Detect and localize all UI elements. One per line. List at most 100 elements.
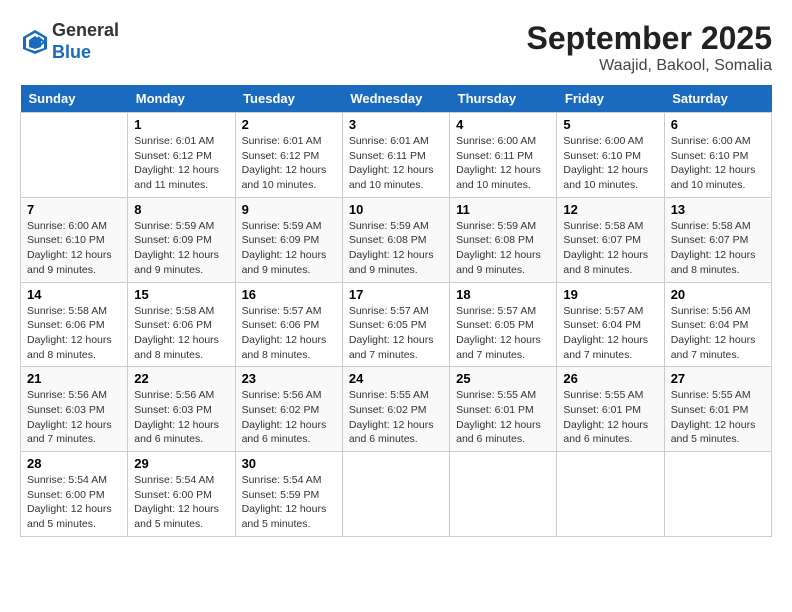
day-info: Sunrise: 5:55 AMSunset: 6:01 PMDaylight:… xyxy=(563,388,657,447)
day-number: 24 xyxy=(349,371,443,386)
day-info: Sunrise: 5:56 AMSunset: 6:02 PMDaylight:… xyxy=(242,388,336,447)
calendar-cell: 19 Sunrise: 5:57 AMSunset: 6:04 PMDayligh… xyxy=(557,282,664,367)
calendar-cell: 22 Sunrise: 5:56 AMSunset: 6:03 PMDayligh… xyxy=(128,367,235,452)
calendar-table: SundayMondayTuesdayWednesdayThursdayFrid… xyxy=(20,85,772,537)
day-info: Sunrise: 5:59 AMSunset: 6:08 PMDaylight:… xyxy=(349,219,443,278)
calendar-cell: 11 Sunrise: 5:59 AMSunset: 6:08 PMDayligh… xyxy=(450,197,557,282)
calendar-week-2: 7 Sunrise: 6:00 AMSunset: 6:10 PMDaylight… xyxy=(21,197,772,282)
day-number: 23 xyxy=(242,371,336,386)
day-info: Sunrise: 5:55 AMSunset: 6:01 PMDaylight:… xyxy=(671,388,765,447)
day-info: Sunrise: 6:01 AMSunset: 6:11 PMDaylight:… xyxy=(349,134,443,193)
day-number: 6 xyxy=(671,117,765,132)
day-number: 29 xyxy=(134,456,228,471)
day-info: Sunrise: 6:00 AMSunset: 6:10 PMDaylight:… xyxy=(671,134,765,193)
logo-blue: Blue xyxy=(52,42,91,62)
calendar-cell: 20 Sunrise: 5:56 AMSunset: 6:04 PMDayligh… xyxy=(664,282,771,367)
day-number: 8 xyxy=(134,202,228,217)
day-info: Sunrise: 6:01 AMSunset: 6:12 PMDaylight:… xyxy=(134,134,228,193)
calendar-cell: 28 Sunrise: 5:54 AMSunset: 6:00 PMDayligh… xyxy=(21,452,128,537)
calendar-cell: 17 Sunrise: 5:57 AMSunset: 6:05 PMDayligh… xyxy=(342,282,449,367)
calendar-cell: 13 Sunrise: 5:58 AMSunset: 6:07 PMDayligh… xyxy=(664,197,771,282)
day-number: 17 xyxy=(349,287,443,302)
calendar-cell: 3 Sunrise: 6:01 AMSunset: 6:11 PMDaylight… xyxy=(342,113,449,198)
col-header-tuesday: Tuesday xyxy=(235,85,342,113)
day-info: Sunrise: 5:57 AMSunset: 6:04 PMDaylight:… xyxy=(563,304,657,363)
day-number: 15 xyxy=(134,287,228,302)
calendar-cell: 14 Sunrise: 5:58 AMSunset: 6:06 PMDayligh… xyxy=(21,282,128,367)
day-number: 30 xyxy=(242,456,336,471)
day-info: Sunrise: 5:58 AMSunset: 6:07 PMDaylight:… xyxy=(671,219,765,278)
day-number: 27 xyxy=(671,371,765,386)
day-info: Sunrise: 5:57 AMSunset: 6:05 PMDaylight:… xyxy=(456,304,550,363)
calendar-cell: 7 Sunrise: 6:00 AMSunset: 6:10 PMDaylight… xyxy=(21,197,128,282)
day-info: Sunrise: 5:54 AMSunset: 6:00 PMDaylight:… xyxy=(134,473,228,532)
calendar-cell xyxy=(664,452,771,537)
page-title: September 2025 xyxy=(527,20,772,57)
day-info: Sunrise: 5:57 AMSunset: 6:06 PMDaylight:… xyxy=(242,304,336,363)
calendar-cell: 25 Sunrise: 5:55 AMSunset: 6:01 PMDayligh… xyxy=(450,367,557,452)
calendar-cell: 10 Sunrise: 5:59 AMSunset: 6:08 PMDayligh… xyxy=(342,197,449,282)
day-info: Sunrise: 5:57 AMSunset: 6:05 PMDaylight:… xyxy=(349,304,443,363)
day-number: 19 xyxy=(563,287,657,302)
calendar-cell: 26Sunrise: 5:55 AMSunset: 6:01 PMDayligh… xyxy=(557,367,664,452)
calendar-cell: 30 Sunrise: 5:54 AMSunset: 5:59 PMDayligh… xyxy=(235,452,342,537)
day-number: 7 xyxy=(27,202,121,217)
calendar-cell: 15 Sunrise: 5:58 AMSunset: 6:06 PMDayligh… xyxy=(128,282,235,367)
day-info: Sunrise: 5:54 AMSunset: 6:00 PMDaylight:… xyxy=(27,473,121,532)
calendar-cell: 24 Sunrise: 5:55 AMSunset: 6:02 PMDayligh… xyxy=(342,367,449,452)
day-info: Sunrise: 5:59 AMSunset: 6:08 PMDaylight:… xyxy=(456,219,550,278)
calendar-week-5: 28 Sunrise: 5:54 AMSunset: 6:00 PMDayligh… xyxy=(21,452,772,537)
calendar-cell: 29 Sunrise: 5:54 AMSunset: 6:00 PMDayligh… xyxy=(128,452,235,537)
calendar-cell xyxy=(21,113,128,198)
day-info: Sunrise: 5:56 AMSunset: 6:04 PMDaylight:… xyxy=(671,304,765,363)
day-info: Sunrise: 6:00 AMSunset: 6:10 PMDaylight:… xyxy=(563,134,657,193)
day-info: Sunrise: 6:01 AMSunset: 6:12 PMDaylight:… xyxy=(242,134,336,193)
day-number: 18 xyxy=(456,287,550,302)
page-subtitle: Waajid, Bakool, Somalia xyxy=(527,57,772,75)
day-info: Sunrise: 6:00 AMSunset: 6:10 PMDaylight:… xyxy=(27,219,121,278)
day-number: 2 xyxy=(242,117,336,132)
day-number: 9 xyxy=(242,202,336,217)
logo-icon xyxy=(20,27,50,57)
calendar-week-4: 21 Sunrise: 5:56 AMSunset: 6:03 PMDayligh… xyxy=(21,367,772,452)
calendar-cell: 2 Sunrise: 6:01 AMSunset: 6:12 PMDaylight… xyxy=(235,113,342,198)
col-header-saturday: Saturday xyxy=(664,85,771,113)
day-info: Sunrise: 5:54 AMSunset: 5:59 PMDaylight:… xyxy=(242,473,336,532)
calendar-cell: 5Sunrise: 6:00 AMSunset: 6:10 PMDaylight… xyxy=(557,113,664,198)
day-info: Sunrise: 5:56 AMSunset: 6:03 PMDaylight:… xyxy=(134,388,228,447)
day-number: 11 xyxy=(456,202,550,217)
col-header-friday: Friday xyxy=(557,85,664,113)
day-number: 28 xyxy=(27,456,121,471)
calendar-week-1: 1Sunrise: 6:01 AMSunset: 6:12 PMDaylight… xyxy=(21,113,772,198)
day-number: 10 xyxy=(349,202,443,217)
logo-general: General xyxy=(52,20,119,40)
day-number: 20 xyxy=(671,287,765,302)
calendar-cell: 18 Sunrise: 5:57 AMSunset: 6:05 PMDayligh… xyxy=(450,282,557,367)
day-info: Sunrise: 5:59 AMSunset: 6:09 PMDaylight:… xyxy=(134,219,228,278)
calendar-cell: 6 Sunrise: 6:00 AMSunset: 6:10 PMDaylight… xyxy=(664,113,771,198)
day-number: 14 xyxy=(27,287,121,302)
day-info: Sunrise: 5:58 AMSunset: 6:06 PMDaylight:… xyxy=(134,304,228,363)
day-info: Sunrise: 5:58 AMSunset: 6:06 PMDaylight:… xyxy=(27,304,121,363)
calendar-cell xyxy=(557,452,664,537)
day-number: 21 xyxy=(27,371,121,386)
day-info: Sunrise: 5:55 AMSunset: 6:01 PMDaylight:… xyxy=(456,388,550,447)
calendar-cell xyxy=(450,452,557,537)
day-number: 4 xyxy=(456,117,550,132)
calendar-cell: 23 Sunrise: 5:56 AMSunset: 6:02 PMDayligh… xyxy=(235,367,342,452)
calendar-header-row: SundayMondayTuesdayWednesdayThursdayFrid… xyxy=(21,85,772,113)
day-info: Sunrise: 5:56 AMSunset: 6:03 PMDaylight:… xyxy=(27,388,121,447)
calendar-cell: 16Sunrise: 5:57 AMSunset: 6:06 PMDayligh… xyxy=(235,282,342,367)
logo: General Blue xyxy=(20,20,119,63)
day-number: 22 xyxy=(134,371,228,386)
calendar-cell: 1Sunrise: 6:01 AMSunset: 6:12 PMDaylight… xyxy=(128,113,235,198)
day-number: 25 xyxy=(456,371,550,386)
col-header-sunday: Sunday xyxy=(21,85,128,113)
col-header-wednesday: Wednesday xyxy=(342,85,449,113)
calendar-week-3: 14 Sunrise: 5:58 AMSunset: 6:06 PMDayligh… xyxy=(21,282,772,367)
day-number: 3 xyxy=(349,117,443,132)
day-info: Sunrise: 5:55 AMSunset: 6:02 PMDaylight:… xyxy=(349,388,443,447)
page-header: General Blue September 2025 Waajid, Bako… xyxy=(20,20,772,75)
calendar-cell xyxy=(342,452,449,537)
day-number: 13 xyxy=(671,202,765,217)
